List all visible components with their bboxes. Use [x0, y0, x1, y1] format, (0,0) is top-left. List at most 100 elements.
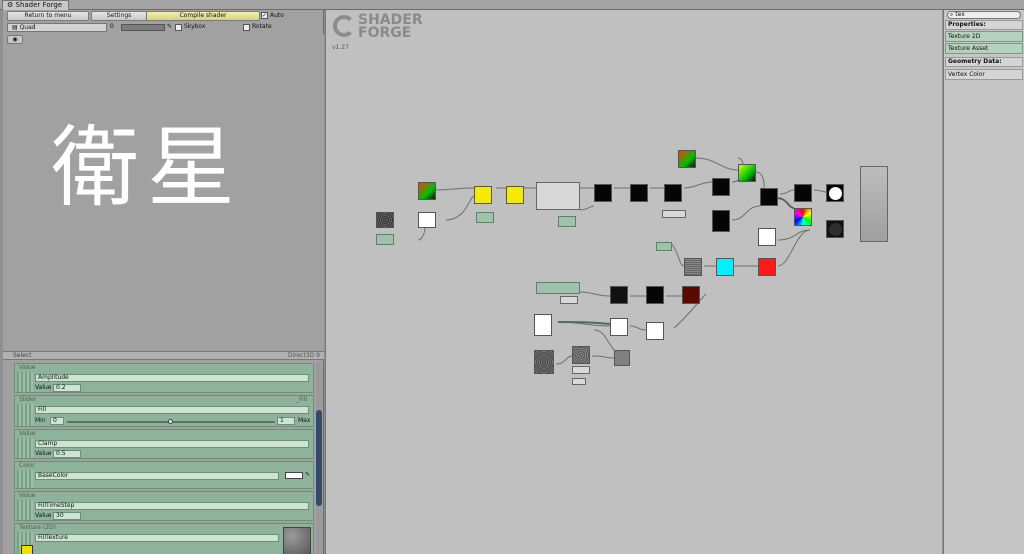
property-filltexture[interactable]: Texture (2D) FillTexture	[14, 523, 314, 554]
window-tab-title: Shader Forge	[15, 1, 63, 9]
property-name-field[interactable]: Amplitude	[35, 374, 309, 382]
property-fill[interactable]: Slider _Fill Fill Min 0 1 Max	[14, 395, 314, 427]
property-name-field[interactable]: Fill	[35, 406, 309, 414]
property-internal-name: _Fill	[295, 396, 307, 403]
node-value-a[interactable]	[476, 212, 494, 223]
node-cyan[interactable]	[716, 258, 734, 276]
settings-button[interactable]: Settings	[91, 11, 147, 21]
max-label: Max	[298, 417, 311, 424]
node-white-3[interactable]	[534, 314, 552, 336]
auto-compile-checkbox[interactable]: ✓	[261, 12, 268, 19]
node-white[interactable]	[418, 212, 436, 228]
window-tab[interactable]: ⚙ Shader Forge	[2, 0, 70, 10]
node-uv-3[interactable]	[738, 164, 756, 182]
property-category: Slider	[19, 396, 37, 403]
texture-thumbnail[interactable]	[283, 527, 311, 554]
main-output-node[interactable]	[860, 166, 888, 242]
node-gray[interactable]	[614, 350, 630, 366]
min-field[interactable]: 0	[50, 417, 64, 425]
node-property-green[interactable]	[376, 234, 394, 245]
node-item-texture-asset[interactable]: Texture Asset	[945, 43, 1023, 54]
background-color-field[interactable]	[121, 24, 165, 31]
node-color-wheel[interactable]	[794, 208, 812, 226]
node-uv-2[interactable]	[678, 150, 696, 168]
skybox-checkbox[interactable]	[175, 24, 182, 31]
node-black-8[interactable]	[610, 286, 628, 304]
eyedropper-icon[interactable]: ✎	[305, 471, 310, 479]
value-field[interactable]: 30	[53, 512, 81, 520]
texture-type-icon	[21, 545, 33, 554]
node-sphere-preview[interactable]	[826, 184, 844, 202]
drag-handle[interactable]	[17, 500, 33, 520]
fill-slider-knob[interactable]	[168, 419, 173, 424]
node-value-c[interactable]	[656, 242, 672, 251]
property-name-field[interactable]: Clamp	[35, 440, 309, 448]
value-field[interactable]: 0.5	[53, 450, 81, 458]
property-name-field[interactable]: FillTexture	[35, 534, 279, 542]
node-yellow-a[interactable]	[474, 186, 492, 204]
property-category: Color	[19, 462, 35, 469]
preview-mesh-dropdown[interactable]: ▤ Quad	[7, 23, 107, 32]
properties-header: Select Direct3D 9	[3, 351, 324, 360]
geometry-category-header: Geometry Data:	[945, 57, 1023, 67]
node-graph-canvas[interactable]: SHADER FORGE v1.27	[325, 10, 942, 554]
property-amplitude[interactable]: Value Amplitude Value 0.2	[14, 363, 314, 393]
property-basecolor[interactable]: Color BaseColor ✎	[14, 461, 314, 489]
property-clamp[interactable]: Value Clamp Value 0.5	[14, 429, 314, 459]
node-black-3[interactable]	[664, 184, 682, 202]
node-white-5[interactable]	[646, 322, 664, 340]
node-dark-red[interactable]	[682, 286, 700, 304]
node-param-d[interactable]	[572, 378, 586, 385]
max-field[interactable]: 1	[277, 417, 295, 425]
property-name-field[interactable]: FillTimeStep	[35, 502, 309, 510]
node-black-5[interactable]	[712, 210, 730, 232]
node-noise-2[interactable]	[534, 350, 554, 374]
properties-list: Value Amplitude Value 0.2 Slider _Fill F…	[14, 361, 314, 554]
property-name-field[interactable]: BaseColor	[35, 472, 279, 480]
node-gray-noise[interactable]	[684, 258, 702, 276]
node-black-4[interactable]	[712, 178, 730, 196]
compile-shader-button[interactable]: Compile shader	[146, 11, 260, 21]
node-red[interactable]	[758, 258, 776, 276]
node-black-1[interactable]	[594, 184, 612, 202]
node-search-input[interactable]: ⌕ tex	[947, 11, 1021, 19]
drag-handle[interactable]	[17, 438, 33, 458]
shader-forge-tab-icon: ⚙	[7, 1, 14, 9]
properties-scroll-thumb[interactable]	[316, 410, 322, 506]
drag-handle[interactable]	[17, 404, 33, 426]
return-to-menu-button[interactable]: Return to menu	[7, 11, 89, 21]
node-param-b[interactable]	[560, 296, 578, 304]
camera-icon[interactable]: ◉	[7, 35, 23, 44]
node-code-block[interactable]	[536, 182, 580, 210]
shader-preview-viewport[interactable]: ◉ 衛星	[3, 34, 324, 351]
eyedropper-icon[interactable]: ✎	[167, 23, 172, 31]
basecolor-swatch[interactable]	[285, 472, 303, 479]
drag-handle[interactable]	[17, 372, 33, 392]
node-property-wide[interactable]	[536, 282, 580, 294]
node-black-2[interactable]	[630, 184, 648, 202]
node-noise-3[interactable]	[572, 346, 590, 364]
rotate-checkbox[interactable]	[243, 24, 250, 31]
property-filltimestep[interactable]: Value FillTimeStep Value 30	[14, 491, 314, 521]
node-uv-coord[interactable]	[418, 182, 436, 200]
value-label: Value	[35, 512, 52, 519]
node-white-4[interactable]	[610, 318, 628, 336]
node-item-vertex-color[interactable]: Vertex Color	[945, 69, 1023, 80]
properties-scrollbar[interactable]	[316, 362, 322, 554]
node-noise-texture[interactable]	[376, 212, 394, 228]
node-item-texture-2d[interactable]: Texture 2D	[945, 31, 1023, 42]
rotate-label: Rotate	[252, 23, 272, 30]
node-dark-sphere[interactable]	[826, 220, 844, 238]
node-param-a[interactable]	[662, 210, 686, 218]
drag-handle[interactable]	[17, 470, 33, 488]
node-black-6[interactable]	[760, 188, 778, 206]
node-value-b[interactable]	[558, 216, 576, 227]
value-field[interactable]: 0.2	[53, 384, 81, 392]
node-black-9[interactable]	[646, 286, 664, 304]
select-label[interactable]: Select	[13, 352, 32, 359]
node-param-c[interactable]	[572, 366, 590, 374]
node-white-2[interactable]	[758, 228, 776, 246]
node-black-7[interactable]	[794, 184, 812, 202]
preview-mesh-value: Quad	[19, 24, 36, 31]
node-yellow-b[interactable]	[506, 186, 524, 204]
